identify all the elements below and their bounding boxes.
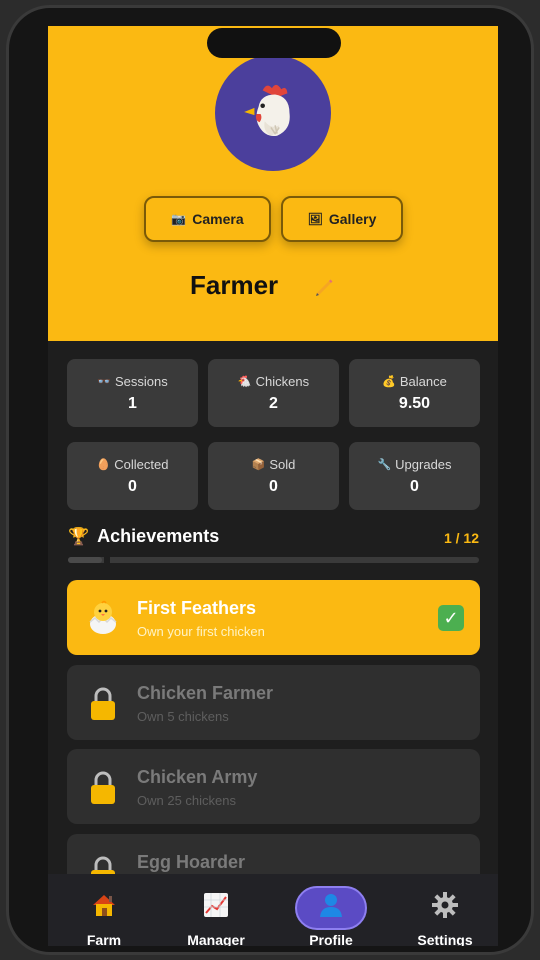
gear-icon [432,892,458,918]
achievements-count: 1 / 12 [443,530,479,546]
achievement-title: First Feathers [137,598,257,618]
nav-farm[interactable]: Farm [48,874,160,946]
gallery-icon: 🖼 [307,212,323,226]
chicken-icon: 🐔 [237,375,252,388]
achievement-title: Egg Hoarder [137,852,246,872]
chart-icon [204,893,228,917]
stat-label: Upgrades [395,456,452,472]
achievement-card[interactable]: Chicken Army Own 25 chickens [67,749,480,824]
achievement-description: Own your first chicken [137,624,265,639]
stat-label: Collected [114,456,169,472]
stat-upgrades: 🔧 Upgrades 0 [349,442,480,510]
stat-collected: 🥚 Collected 0 [67,442,198,510]
gallery-button-label: Gallery [328,211,377,227]
stat-value: 0 [269,477,278,495]
nav-label: Manager [187,932,245,946]
egg-icon: 🥚 [96,458,111,471]
stat-value: 1 [128,394,137,412]
stat-label: Sold [269,456,296,472]
stat-sold: 📦 Sold 0 [208,442,339,510]
achievement-description: Own 5 chickens [137,709,229,724]
phone-frame: 📷 Camera 🖼 Gallery Farmer 👓 Sessions 1 🐔 C… [6,5,534,955]
achievement-title: Chicken Farmer [137,683,274,703]
profile-header: 📷 Camera 🖼 Gallery Farmer [48,26,498,341]
house-icon [93,895,115,916]
lock-icon [91,687,115,720]
achievement-title: Chicken Army [137,767,258,787]
achievements-heading: 🏆 Achievements [68,526,219,547]
stat-balance: 💰 Balance 9.50 [349,359,480,427]
hatching-chick-icon [89,600,117,634]
nav-profile[interactable]: Profile [275,874,387,946]
nav-label: Settings [417,932,473,946]
camera-icon: 📷 [171,212,187,226]
achievements-progress-fill [68,557,102,563]
stat-value: 0 [128,477,137,495]
nav-settings[interactable]: Settings [389,874,498,946]
user-icon [320,894,342,917]
achievements-progress-bar [68,557,479,563]
achievements-title: Achievements [97,526,220,546]
package-icon: 📦 [251,458,266,471]
stat-value: 9.50 [398,394,431,412]
stat-sessions: 👓 Sessions 1 [67,359,198,427]
achievement-description: Own 25 chickens [137,793,236,808]
nav-label: Profile [309,932,353,946]
camera-button-label: Camera [192,211,244,227]
trophy-icon: 🏆 [68,526,90,546]
check-icon: ✓ [438,605,464,631]
stat-label: Balance [399,373,447,389]
lock-icon [91,771,115,804]
nav-manager[interactable]: Manager [160,874,272,946]
bottom-nav: Farm Manager Profile Settings [48,874,498,946]
achievement-card[interactable]: First Feathers Own your first chicken ✓ [67,580,480,655]
gallery-button[interactable]: 🖼 Gallery [281,196,403,242]
app-screen: 📷 Camera 🖼 Gallery Farmer 👓 Sessions 1 🐔 C… [48,26,498,946]
glasses-icon: 👓 [97,375,111,388]
rooster-icon [244,84,290,136]
nav-label: Farm [86,932,122,946]
stat-value: 2 [269,394,278,412]
camera-notch [207,28,341,58]
achievement-card[interactable]: Chicken Farmer Own 5 chickens [67,665,480,740]
pencil-icon[interactable] [312,276,336,300]
camera-button[interactable]: 📷 Camera [144,196,271,242]
money-bag-icon: 💰 [382,375,396,388]
player-name: Farmer [190,270,279,300]
wrench-icon: 🔧 [377,458,392,471]
stat-value: 0 [410,477,419,495]
avatar[interactable] [215,55,331,171]
stat-label: Chickens [255,373,310,389]
stat-label: Sessions [114,373,168,389]
stat-chickens: 🐔 Chickens 2 [208,359,339,427]
